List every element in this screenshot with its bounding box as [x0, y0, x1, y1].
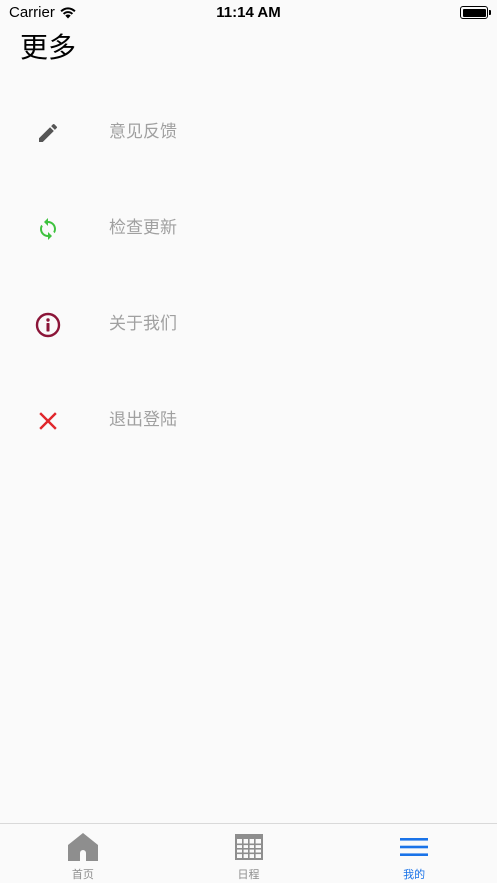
status-time: 11:14 AM — [216, 4, 281, 21]
tab-schedule[interactable]: 日程 — [166, 824, 332, 883]
menu-item-label: 检查更新 — [109, 218, 177, 238]
tab-label: 我的 — [403, 868, 426, 881]
status-bar: Carrier 11:14 AM — [0, 0, 497, 26]
refresh-icon — [35, 216, 61, 242]
tab-label: 首页 — [71, 868, 94, 881]
menu-item-about-us[interactable]: 关于我们 — [0, 276, 497, 372]
menu-icon — [398, 832, 430, 862]
tab-label: 日程 — [237, 868, 260, 881]
menu-item-label: 退出登陆 — [109, 410, 177, 430]
close-icon — [35, 408, 61, 434]
pencil-icon — [35, 120, 61, 146]
more-menu: 意见反馈 检查更新 关于我们 退出登陆 — [0, 84, 497, 468]
tab-home[interactable]: 首页 — [0, 824, 166, 883]
menu-item-logout[interactable]: 退出登陆 — [0, 372, 497, 468]
page-title: 更多 — [20, 31, 77, 64]
tab-bar: 首页 日程 我的 — [0, 823, 497, 883]
tab-mine[interactable]: 我的 — [331, 824, 497, 883]
info-icon — [35, 312, 61, 338]
menu-item-label: 意见反馈 — [109, 122, 177, 142]
menu-item-check-update[interactable]: 检查更新 — [0, 180, 497, 276]
calendar-icon — [233, 832, 265, 862]
battery-icon — [460, 6, 491, 19]
menu-item-label: 关于我们 — [109, 314, 177, 334]
menu-item-feedback[interactable]: 意见反馈 — [0, 84, 497, 180]
home-icon — [67, 832, 99, 862]
more-screen: Carrier 11:14 AM 更多 意见反馈 检查更新 关于我们 退出登陆 … — [0, 0, 497, 883]
